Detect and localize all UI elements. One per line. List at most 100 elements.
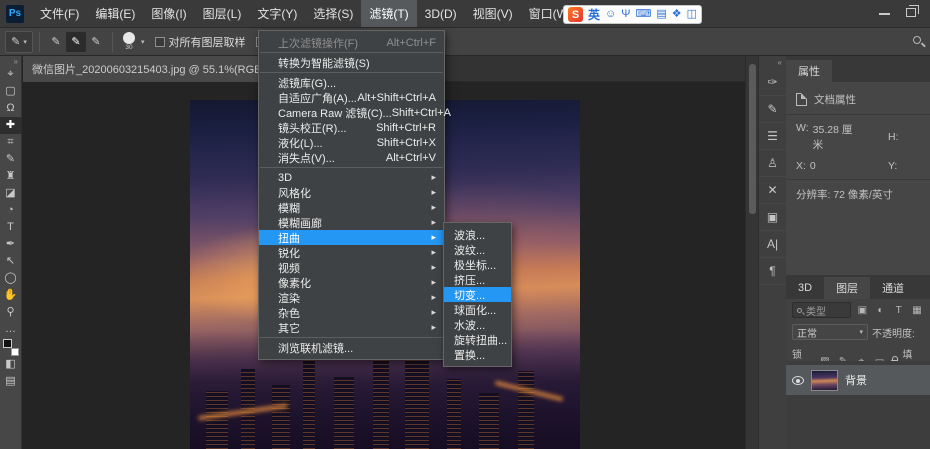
layer-visibility-eye-icon[interactable] xyxy=(792,376,804,385)
menu-item-browse-filters-online[interactable]: 浏览联机滤镜... xyxy=(259,340,444,355)
collapse-toolbar-icon[interactable]: » xyxy=(14,57,18,66)
submenu-item-shear[interactable]: 切变... xyxy=(444,287,511,302)
canvas-vertical-scrollbar[interactable] xyxy=(745,56,758,449)
skin-icon[interactable]: ❖ xyxy=(672,7,682,22)
submenu-item-zigzag[interactable]: 水波... xyxy=(444,317,511,332)
screen-mode-button[interactable]: ▤ xyxy=(0,373,22,390)
menu-item-render[interactable]: 渲染▸ xyxy=(259,290,444,305)
menu-item-convert-smart-filters[interactable]: 转换为智能滤镜(S) xyxy=(259,55,444,70)
search-icon[interactable] xyxy=(913,36,921,44)
character-panel-icon[interactable]: A| xyxy=(759,231,787,258)
tab-layers[interactable]: 图层 xyxy=(824,277,870,299)
clone-source-icon[interactable]: ♙ xyxy=(759,150,787,177)
filter-shape-layers-icon[interactable]: ▦ xyxy=(910,303,924,317)
menu-image[interactable]: 图像(I) xyxy=(143,0,194,27)
brush-tool[interactable]: ✎ xyxy=(0,151,22,168)
expand-panels-icon[interactable]: « xyxy=(778,58,782,67)
menu-item-camera-raw[interactable]: Camera Raw 滤镜(C)...Shift+Ctrl+A xyxy=(259,105,444,120)
crop-tool[interactable]: ⌗ xyxy=(0,134,22,151)
menu-item-other[interactable]: 其它▸ xyxy=(259,320,444,335)
menu-item-liquify[interactable]: 液化(L)...Shift+Ctrl+X xyxy=(259,135,444,150)
menu-type[interactable]: 文字(Y) xyxy=(249,0,305,27)
x-field[interactable]: X:0 xyxy=(796,160,858,172)
brushes-panel-icon[interactable]: ✑ xyxy=(759,69,787,96)
restore-button[interactable] xyxy=(906,8,916,17)
menu-item-sharpen[interactable]: 锐化▸ xyxy=(259,245,444,260)
submenu-item-pinch[interactable]: 挤压... xyxy=(444,272,511,287)
menu-view[interactable]: 视图(V) xyxy=(465,0,521,27)
sample-all-layers-checkbox[interactable] xyxy=(155,37,165,47)
pen-tool[interactable]: ✒ xyxy=(0,236,22,253)
color-swatches[interactable] xyxy=(2,339,20,356)
adjustments-icon[interactable]: ☰ xyxy=(759,123,787,150)
microphone-icon[interactable]: Ψ xyxy=(621,7,630,22)
menu-item-stylize[interactable]: 风格化▸ xyxy=(259,185,444,200)
submenu-item-ripple[interactable]: 波纹... xyxy=(444,242,511,257)
filter-type-layers-icon[interactable]: T xyxy=(892,303,906,317)
libraries-icon[interactable]: ▣ xyxy=(759,204,787,231)
menu-item-3d[interactable]: 3D▸ xyxy=(259,170,444,185)
layer-search-input[interactable]: 类型 xyxy=(792,302,851,318)
dodge-tool[interactable]: ◔ xyxy=(0,202,22,219)
menu-item-noise[interactable]: 杂色▸ xyxy=(259,305,444,320)
minimize-button[interactable] xyxy=(879,13,890,15)
background-color-swatch[interactable] xyxy=(11,348,19,356)
quick-mask-button[interactable]: ◧ xyxy=(0,356,22,373)
submenu-item-polar-coordinates[interactable]: 极坐标... xyxy=(444,257,511,272)
menu-select[interactable]: 选择(S) xyxy=(305,0,361,27)
layer-row-background[interactable]: 背景 xyxy=(786,365,930,395)
menu-item-last-filter[interactable]: 上次滤镜操作(F)Alt+Ctrl+F xyxy=(259,35,444,50)
brush-settings-icon[interactable]: ✎ xyxy=(759,96,787,123)
y-field[interactable]: Y: xyxy=(888,160,897,172)
submenu-item-twirl[interactable]: 旋转扭曲... xyxy=(444,332,511,347)
foreground-color-swatch[interactable] xyxy=(3,339,12,348)
healing-mode-2-button[interactable]: ✎ xyxy=(66,32,86,52)
healing-mode-1-button[interactable]: ✎ xyxy=(46,32,66,52)
tab-channels[interactable]: 通道 xyxy=(870,277,916,299)
scrollbar-thumb[interactable] xyxy=(749,64,756,214)
type-tool[interactable]: T xyxy=(0,219,22,236)
brush-size-picker[interactable]: 30 xyxy=(123,32,135,52)
tool-presets-icon[interactable]: ✕ xyxy=(759,177,787,204)
zoom-tool[interactable]: ⚲ xyxy=(0,304,22,321)
spot-healing-brush-tool[interactable]: ✚ xyxy=(0,117,22,134)
chevron-down-icon[interactable]: ▾ xyxy=(141,38,145,46)
edit-toolbar-button[interactable]: … xyxy=(0,321,22,338)
menu-edit[interactable]: 编辑(E) xyxy=(87,0,143,27)
menu-filter[interactable]: 滤镜(T) xyxy=(361,0,416,27)
submenu-item-spherize[interactable]: 球面化... xyxy=(444,302,511,317)
ime-language-toggle[interactable]: 英 xyxy=(588,6,600,23)
clone-stamp-tool[interactable]: ♜ xyxy=(0,168,22,185)
menu-item-video[interactable]: 视频▸ xyxy=(259,260,444,275)
healing-mode-3-button[interactable]: ✎ xyxy=(86,32,106,52)
submenu-item-wave[interactable]: 波浪... xyxy=(444,227,511,242)
filter-adjustment-layers-icon[interactable]: ◐ xyxy=(873,303,887,317)
paragraph-panel-icon[interactable]: ¶ xyxy=(759,258,787,285)
width-field[interactable]: W:35.28 厘米 xyxy=(796,122,858,152)
blend-mode-select[interactable]: 正常 ▾ xyxy=(792,324,868,340)
menu-item-lens-correction[interactable]: 镜头校正(R)...Shift+Ctrl+R xyxy=(259,120,444,135)
grid-icon[interactable]: ◫ xyxy=(687,7,697,22)
move-tool[interactable]: ⌖ xyxy=(0,66,22,83)
menu-item-blur[interactable]: 模糊▸ xyxy=(259,200,444,215)
menu-item-blur-gallery[interactable]: 模糊画廊▸ xyxy=(259,215,444,230)
smiley-icon[interactable]: ☺ xyxy=(605,7,616,22)
marquee-tool[interactable]: ▢ xyxy=(0,83,22,100)
toolbox-icon[interactable]: ▤ xyxy=(656,7,666,22)
lasso-tool[interactable]: Ω xyxy=(0,100,22,117)
menu-layer[interactable]: 图层(L) xyxy=(195,0,250,27)
tool-preset-picker[interactable]: ✎ ▾ xyxy=(5,31,33,53)
menu-item-pixelate[interactable]: 像素化▸ xyxy=(259,275,444,290)
menu-item-vanishing-point[interactable]: 消失点(V)...Alt+Ctrl+V xyxy=(259,150,444,165)
filter-pixel-layers-icon[interactable]: ▣ xyxy=(855,303,869,317)
hand-tool[interactable]: ✋ xyxy=(0,287,22,304)
shape-tool[interactable]: ◯ xyxy=(0,270,22,287)
submenu-item-displace[interactable]: 置换... xyxy=(444,347,511,362)
keyboard-icon[interactable]: ⌨ xyxy=(635,7,651,22)
menu-3d[interactable]: 3D(D) xyxy=(417,2,465,26)
path-selection-tool[interactable]: ↖ xyxy=(0,253,22,270)
menu-item-adaptive-wide-angle[interactable]: 自适应广角(A)...Alt+Shift+Ctrl+A xyxy=(259,90,444,105)
height-field[interactable]: H: xyxy=(888,131,899,143)
ime-toolbar[interactable]: S 英 ☺ Ψ ⌨ ▤ ❖ ◫ xyxy=(563,5,702,24)
sogou-logo-icon[interactable]: S xyxy=(568,7,583,22)
